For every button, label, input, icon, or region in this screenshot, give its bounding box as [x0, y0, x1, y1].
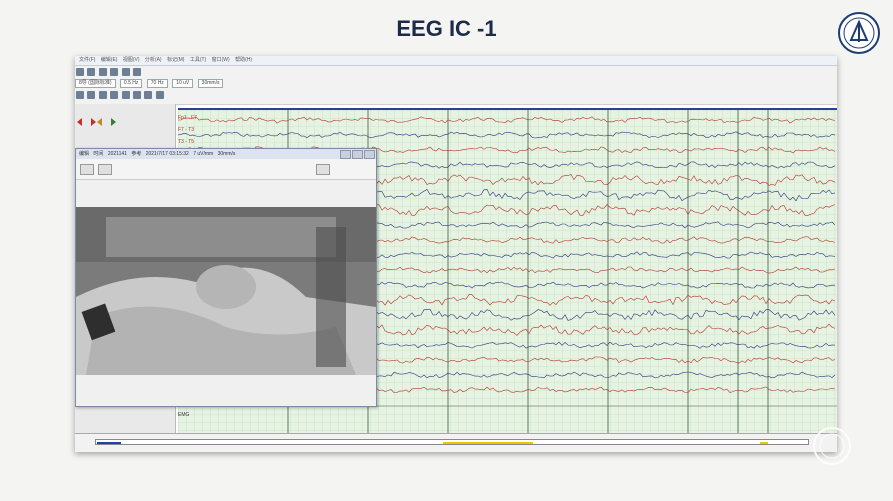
menu-window[interactable]: 窗口(W): [212, 57, 230, 63]
rewind-icon[interactable]: [76, 91, 84, 99]
annotation-icon[interactable]: [132, 91, 141, 99]
sensitivity-select[interactable]: 10 uV: [172, 79, 194, 88]
marker-icon[interactable]: [132, 68, 141, 76]
channel-label: F7 - T3: [178, 127, 195, 133]
eeg-software-window: 文件(F) 编辑(E) 视图(V) 分析(A) 标记(M) 工具(T) 窗口(W…: [75, 56, 837, 452]
video-sync-button[interactable]: [316, 164, 330, 175]
speed-select[interactable]: 30mm/s: [197, 79, 224, 88]
settings-icon[interactable]: [110, 68, 119, 76]
montage-select[interactable]: 8导 (国际标准): [75, 79, 116, 88]
channel-label-emg: EMG: [178, 412, 190, 418]
menu-analysis[interactable]: 分析(A): [145, 57, 162, 63]
arrow-left-icon[interactable]: [97, 118, 106, 126]
back-icon[interactable]: [87, 91, 96, 99]
forward-icon[interactable]: [110, 91, 119, 99]
measure-icon[interactable]: [155, 91, 164, 99]
hff-select[interactable]: 70 Hz: [146, 79, 168, 88]
arrow-left-icon[interactable]: [77, 118, 86, 126]
video-footer: [76, 403, 172, 425]
menu-help[interactable]: 帮助(H): [235, 57, 252, 63]
video-window: 编辑 时间 2021141 参考 2021/7/17 03:15:32 7 uV…: [75, 148, 377, 407]
arrow-right-icon[interactable]: [87, 118, 96, 126]
video-window-title: 编辑 时间 2021141 参考 2021/7/17 03:15:32 7 uV…: [76, 149, 376, 159]
lff-select[interactable]: 0.5 Hz: [119, 79, 143, 88]
open-icon[interactable]: [76, 68, 84, 76]
menu-mark[interactable]: 标记(M): [167, 57, 185, 63]
toolbar-playback-row: [75, 89, 837, 105]
spike-detect-icon[interactable]: [144, 91, 153, 99]
minimize-button[interactable]: [340, 150, 351, 159]
arrow-right-icon[interactable]: [107, 118, 116, 126]
maximize-button[interactable]: [352, 150, 363, 159]
video-snapshot-button[interactable]: [98, 164, 112, 175]
timeline-event-marker[interactable]: [443, 442, 533, 444]
channel-label: Fp1 - F7: [178, 115, 197, 121]
menu-view[interactable]: 视图(V): [123, 57, 140, 63]
menu-tools[interactable]: 工具(T): [190, 57, 206, 63]
save-icon[interactable]: [87, 68, 96, 76]
menu-bar: 文件(F) 编辑(E) 视图(V) 分析(A) 标记(M) 工具(T) 窗口(W…: [75, 56, 837, 66]
channel-labels: Fp1 - F7 F7 - T3 T3 - T5: [178, 112, 208, 148]
channel-label: T3 - T5: [178, 139, 195, 145]
print-icon[interactable]: [98, 68, 107, 76]
patient-video-frame: [76, 207, 376, 375]
slide-title: EEG IC -1: [396, 16, 497, 41]
zoom-icon[interactable]: [121, 68, 130, 76]
timeline-event-marker[interactable]: [760, 442, 768, 444]
fast-forward-icon[interactable]: [121, 91, 130, 99]
university-seal-icon: [838, 12, 880, 54]
menu-edit[interactable]: 编辑(E): [101, 57, 118, 63]
timeline-event-marker[interactable]: [97, 442, 121, 444]
play-icon[interactable]: [98, 91, 107, 99]
watermark-seal-icon: [813, 427, 851, 465]
close-button[interactable]: [364, 150, 375, 159]
video-toolbar: [76, 159, 376, 180]
video-play-button[interactable]: [80, 164, 94, 175]
menu-file[interactable]: 文件(F): [79, 57, 95, 63]
